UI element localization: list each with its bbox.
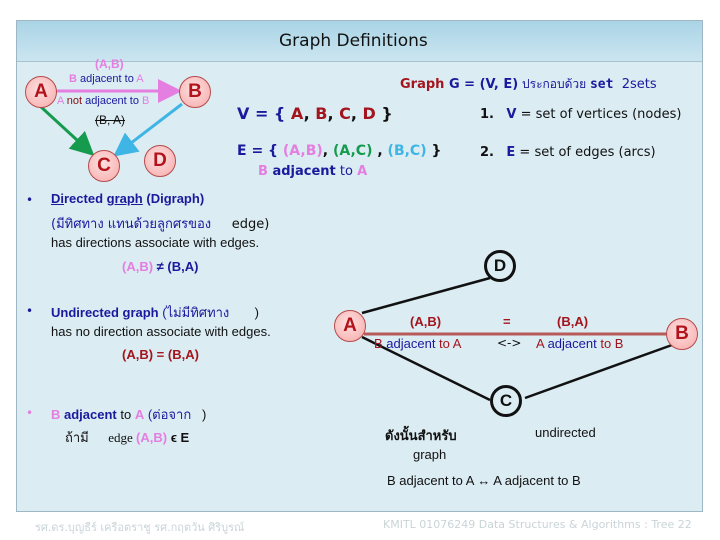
undirected-desc: has no direction associate with edges.: [51, 324, 271, 339]
undirected-ab-label: (A,B): [410, 314, 442, 329]
directed-desc: has directions associate with edges.: [51, 235, 260, 250]
adjacency-definition: B adjacent to A (ต่อจาก ): [51, 407, 207, 422]
numbered-item-2: 2. E = set of edges (arcs): [480, 145, 656, 160]
undirected-ba-label: (B,A): [557, 314, 589, 329]
directed-thai-line: (มีทิศทาง แทนด้วยลูกศรของ edge): [51, 217, 270, 232]
bidirectional-arrow-text: <->: [497, 336, 522, 350]
note-graph: graph: [413, 447, 447, 462]
edge-b-c-directed: [113, 102, 183, 157]
adjacency-condition: ถ้ามี edge (A,B) ϵ E: [65, 430, 190, 445]
vertex-set: V = { A, B, C, D }: [237, 104, 393, 123]
label-a-not-adjacent-b: A not adjacent to B: [57, 95, 150, 107]
node-a-undirected: A: [334, 310, 366, 342]
note-equivalence: B adjacent to A ↔ A adjacent to B: [387, 473, 581, 488]
bullet-dot: •: [26, 304, 34, 318]
directed-inequality: (A,B) ≠ (B,A): [122, 259, 199, 274]
footer-course: KMITL 01076249 Data Structures & Algorit…: [383, 518, 692, 531]
bullet-dot: •: [26, 193, 34, 207]
edge-a-d-undirected: [361, 276, 491, 315]
undirected-equality: (A,B) = (B,A): [122, 347, 199, 362]
edge-set: E = { (A,B), (A,C) , (B,C) }: [237, 143, 442, 159]
undirected-right-adjacency: A adjacent to B: [536, 336, 624, 351]
node-c-directed: C: [88, 150, 120, 182]
footer-authors: รศ.ดร.บุญธีร์ เครือตราชู รศ.กฤตวัน ศิริบ…: [35, 521, 245, 534]
directed-heading: Directed graph (Digraph): [51, 191, 205, 206]
graph-definition: Graph G = (V, E) ประกอบด้วย set 2sets: [400, 77, 657, 92]
note-thai: ดังนั้นสำหรับ: [385, 429, 457, 444]
undirected-left-adjacency: B adjacent to A: [374, 336, 462, 351]
undirected-heading: Undirected graph (ไม่มีทิศทาง ): [51, 305, 259, 320]
node-d-undirected: D: [484, 250, 516, 282]
label-b-adjacent-a: B adjacent to A: [69, 73, 144, 85]
node-d-directed: D: [144, 145, 176, 177]
struck-pair-ba: (B, A): [95, 113, 126, 127]
edge-label-ab: (A,B): [95, 57, 124, 71]
undirected-eq-label: =: [503, 314, 511, 329]
node-b-undirected: B: [666, 318, 698, 350]
edge-set-note: B adjacent to A: [258, 164, 368, 179]
numbered-item-1: 1. V = set of vertices (nodes): [480, 107, 682, 122]
note-undirected: undirected: [535, 425, 596, 440]
node-b-directed: B: [179, 76, 211, 108]
edge-a-c-directed: [38, 104, 95, 157]
node-c-undirected: C: [490, 385, 522, 417]
bullet-dot: •: [26, 406, 34, 420]
node-a-directed: A: [25, 76, 57, 108]
edge-c-b-undirected: [524, 343, 673, 400]
